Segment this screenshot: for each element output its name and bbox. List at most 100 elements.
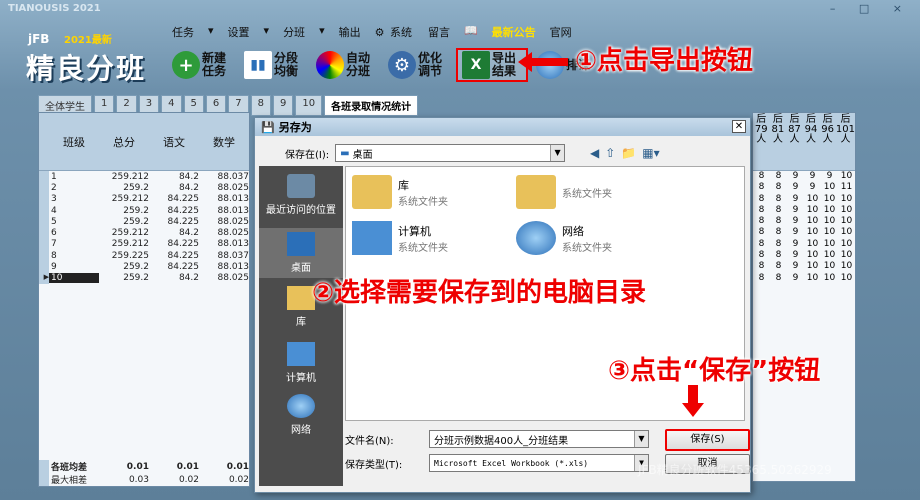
file-item-user[interactable]: 系统文件夹 (516, 175, 612, 209)
window-controls[interactable]: – □ × (830, 2, 912, 15)
table-row[interactable]: 8 8 9 9 9 10 (753, 171, 855, 182)
table-cell: 8 (775, 272, 782, 283)
table-cell: 8 (775, 261, 782, 272)
table-cell: 9 (792, 193, 799, 204)
table-cell: 88.013 (217, 205, 250, 216)
table-row[interactable]: 8 8 9 10 10 10 (753, 239, 855, 250)
filetype-select[interactable]: Microsoft Excel Workbook (*.xls) ▼ (429, 454, 649, 472)
desktop-icon (287, 232, 315, 256)
table-row[interactable]: 8 259.225 84.225 88.037 (39, 250, 249, 262)
table-cell: 8 (775, 182, 782, 193)
table-cell: 10 (806, 261, 819, 272)
table-cell: 259.225 (111, 250, 149, 261)
table-row[interactable]: ▶ 10 259.2 84.2 88.025 (39, 272, 249, 284)
tab-class[interactable]: 9 (273, 95, 294, 116)
excel-icon: X (462, 51, 490, 79)
table-row[interactable]: 8 8 9 9 10 11 (753, 182, 855, 193)
table-row[interactable]: 7 259.212 84.225 88.013 (39, 238, 249, 251)
menu-message[interactable]: 留言 (426, 24, 452, 40)
file-item-computer[interactable]: 计算机 系统文件夹 (352, 221, 448, 255)
tab-class[interactable]: 8 (250, 95, 271, 116)
place-desktop[interactable]: 桌面 (259, 228, 343, 278)
menu-settings[interactable]: 设置 (226, 24, 252, 40)
menu-website[interactable]: 官网 (548, 24, 574, 40)
new-task-button[interactable]: + 新建任务 (168, 48, 236, 82)
menu-output[interactable]: 输出 (337, 24, 363, 40)
table-cell: 8 (758, 216, 765, 227)
menu-divide[interactable]: 分班 (281, 24, 307, 40)
view-menu-icon[interactable]: ▦▾ (642, 146, 659, 160)
window-title: TIANOUSIS 2021 (8, 3, 101, 14)
column-header: 后81人 (771, 114, 785, 145)
table-row[interactable]: 8 8 9 10 10 10 (753, 194, 855, 205)
tab-class-stats[interactable]: 各班录取情况统计 (324, 95, 419, 116)
place-recent[interactable]: 最近访问的位置 (259, 174, 343, 216)
table-cell: 11 (840, 182, 853, 193)
table-cell: 8 (758, 250, 765, 261)
optimize-button[interactable]: ⚙ 优化调节 (384, 48, 452, 82)
save-in-select[interactable]: ▬ 桌面 ▼ (335, 144, 566, 162)
table-row[interactable]: 8 8 9 10 10 10 (753, 227, 855, 238)
table-row[interactable]: 4 259.2 84.225 88.013 (39, 204, 250, 217)
table-row[interactable]: 8 8 9 10 10 10 (753, 205, 855, 216)
table-cell: 84.2 (178, 273, 199, 284)
menu-notice[interactable]: 最新公告 (490, 24, 538, 40)
table-cell: 10 (806, 227, 819, 238)
file-item-network[interactable]: 网络 系统文件夹 (516, 221, 612, 255)
table-cell: 88.025 (217, 228, 250, 239)
table-cell: 10 (806, 238, 819, 249)
table-cell: 259.212 (111, 171, 149, 182)
place-network[interactable]: 网络 (259, 394, 343, 436)
segment-balance-button[interactable]: ▮▮ 分段均衡 (240, 48, 308, 82)
column-header: 后94人 (804, 114, 818, 145)
table-cell: 8 (775, 238, 782, 249)
table-row[interactable]: 8 8 9 10 10 10 (753, 216, 855, 227)
table-row[interactable]: 6 259.212 84.2 88.025 (39, 227, 250, 239)
tab-class[interactable]: 10 (295, 95, 323, 116)
row-indicator (39, 171, 49, 183)
computer-icon (287, 342, 315, 366)
brand-small: jFB (28, 32, 50, 46)
table-header: 班级 总分 语文 数学 (39, 113, 249, 171)
table-header: 后79人 后81人 后87人 后94人 后96人 后101人 (753, 113, 855, 171)
table-cell: 88.013 (217, 194, 250, 205)
table-row[interactable]: 1 259.212 84.2 88.037 (39, 171, 249, 183)
table-row[interactable]: 2 259.2 84.2 88.025 (39, 182, 249, 194)
table-row[interactable]: 5 259.2 84.225 88.025 (39, 216, 249, 228)
close-button[interactable]: ✕ (732, 120, 746, 133)
table-row[interactable]: 3 259.212 84.225 88.013 (39, 193, 250, 205)
table-cell: 10 (806, 272, 819, 283)
table-row[interactable]: 8 8 9 10 10 10 (753, 273, 855, 284)
table-row[interactable]: 8 8 9 10 10 10 (753, 250, 855, 261)
menu-system[interactable]: ⚙ 系统 (373, 24, 416, 40)
new-folder-icon[interactable]: 📁 (621, 146, 636, 160)
table-cell: 8 (758, 193, 765, 204)
table-cell: 9 (792, 171, 799, 181)
table-cell: 8 (758, 272, 765, 283)
row-indicator (39, 238, 49, 251)
gear-icon: ⚙ (388, 51, 416, 79)
table-row[interactable]: 9 259.2 84.225 88.013 (39, 261, 249, 273)
bar-chart-icon: ▮▮ (244, 51, 272, 79)
place-computer[interactable]: 计算机 (259, 342, 343, 384)
filename-input[interactable]: 分班示例数据400人_分班结果 ▼ (429, 430, 649, 448)
recent-places-icon (287, 174, 315, 198)
notice-icon[interactable]: 📖 (462, 24, 480, 40)
table-cell: 84.225 (167, 262, 200, 273)
save-button[interactable]: 保存(S) (665, 429, 750, 451)
table-cell: 9 (792, 182, 799, 193)
brand-title: 精良分班 (26, 52, 147, 85)
back-icon[interactable]: ◀ (590, 146, 599, 160)
table-cell: 8 (775, 171, 782, 181)
table-cell: 8 (758, 261, 765, 272)
table-row[interactable]: 8 8 9 10 10 10 (753, 261, 855, 272)
table-cell: 10 (823, 182, 836, 193)
row-indicator: ▶ (39, 272, 49, 284)
table-cell: 259.2 (123, 205, 149, 216)
menu-task[interactable]: 任务 (170, 24, 196, 40)
file-item-library[interactable]: 库系统文件夹 (352, 175, 448, 209)
up-folder-icon[interactable]: ⇧ (605, 146, 615, 160)
auto-divide-button[interactable]: 自动分班 (312, 48, 380, 82)
column-header: 后87人 (788, 114, 801, 145)
table-cell: 10 (840, 250, 853, 261)
